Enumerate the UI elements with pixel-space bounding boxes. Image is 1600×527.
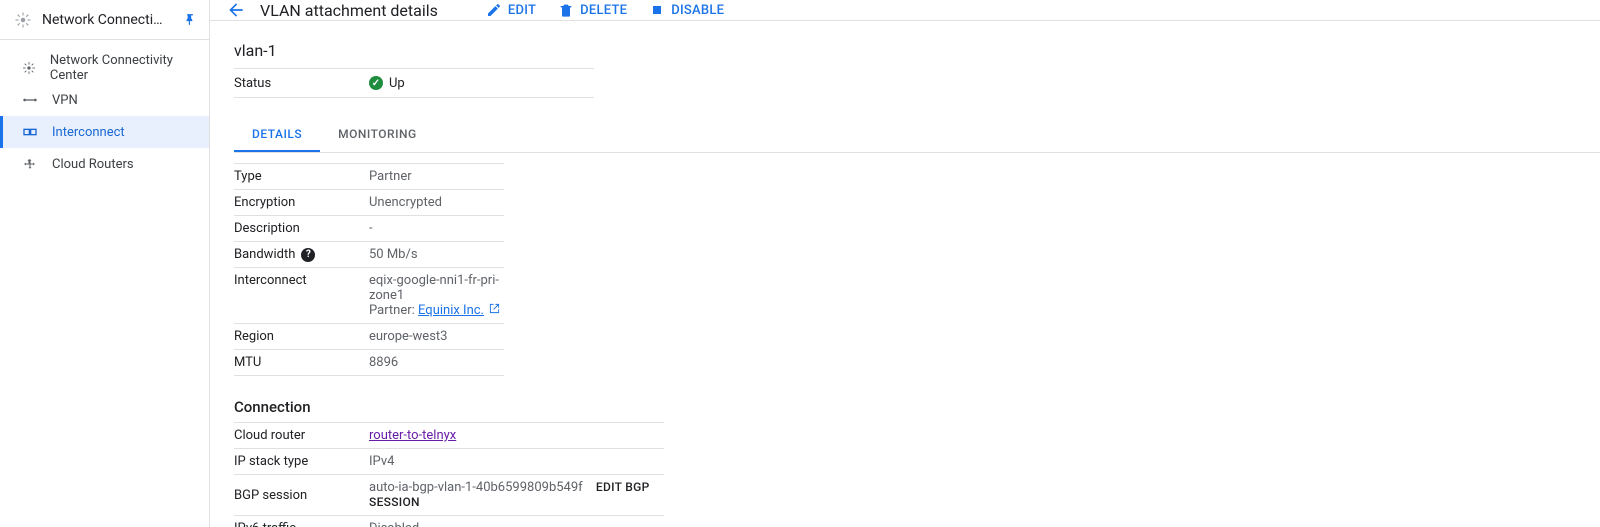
sidebar-item-label: Network Connectivity Center bbox=[50, 53, 197, 83]
back-arrow-icon[interactable] bbox=[226, 0, 246, 20]
row-region: Region europe-west3 bbox=[234, 324, 504, 350]
top-actions: EDIT DELETE DISABLE bbox=[486, 2, 746, 18]
page-title: VLAN attachment details bbox=[260, 1, 438, 20]
connection-table: Cloud router router-to-telnyx IP stack t… bbox=[234, 422, 664, 527]
partner-link[interactable]: Equinix Inc. bbox=[418, 303, 484, 318]
disable-label: DISABLE bbox=[671, 3, 724, 18]
sidebar-item-label: Cloud Routers bbox=[52, 157, 134, 172]
sidebar-items: Network Connectivity Center VPN Intercon… bbox=[0, 40, 209, 180]
row-encryption: Encryption Unencrypted bbox=[234, 190, 504, 216]
sidebar-item-vpn[interactable]: VPN bbox=[0, 84, 209, 116]
sidebar: Network Connecti… Network Connectivity C… bbox=[0, 0, 210, 527]
value-cloud-router: router-to-telnyx bbox=[369, 428, 664, 443]
vpn-icon bbox=[20, 92, 40, 108]
resource-name: vlan-1 bbox=[234, 41, 1600, 60]
topbar: VLAN attachment details EDIT DELETE bbox=[210, 0, 1600, 21]
sidebar-item-label: VPN bbox=[52, 93, 78, 108]
cloud-router-link[interactable]: router-to-telnyx bbox=[369, 428, 456, 443]
label-description: Description bbox=[234, 221, 369, 236]
sidebar-header: Network Connecti… bbox=[0, 0, 209, 40]
sidebar-item-ncc[interactable]: Network Connectivity Center bbox=[0, 52, 209, 84]
label-bandwidth: Bandwidth ? bbox=[234, 247, 369, 262]
content: vlan-1 Status ✓ Up DETAILS MONITORING Ty… bbox=[210, 21, 1600, 527]
value-description: - bbox=[369, 221, 504, 236]
row-interconnect: Interconnect eqix-google-nni1-fr-pri-zon… bbox=[234, 268, 504, 324]
status-text: Up bbox=[389, 76, 405, 91]
row-ip-stack: IP stack type IPv4 bbox=[234, 449, 664, 475]
value-type: Partner bbox=[369, 169, 504, 184]
main: VLAN attachment details EDIT DELETE bbox=[210, 0, 1600, 527]
value-interconnect: eqix-google-nni1-fr-pri-zone1 Partner: E… bbox=[369, 273, 504, 318]
row-cloud-router: Cloud router router-to-telnyx bbox=[234, 422, 664, 449]
details-table: Type Partner Encryption Unencrypted Desc… bbox=[234, 163, 504, 376]
row-ipv6: IPv6 traffic Disabled bbox=[234, 516, 664, 527]
value-bandwidth: 50 Mb/s bbox=[369, 247, 504, 262]
value-bgp-session: auto-ia-bgp-vlan-1-40b6599809b549f EDIT … bbox=[369, 480, 664, 510]
interconnect-name: eqix-google-nni1-fr-pri-zone1 bbox=[369, 273, 504, 303]
trash-icon bbox=[558, 2, 574, 18]
value-ipv6: Disabled bbox=[369, 521, 664, 527]
tab-details[interactable]: DETAILS bbox=[234, 116, 320, 152]
value-mtu: 8896 bbox=[369, 355, 504, 370]
interconnect-icon bbox=[20, 124, 40, 140]
label-ipv6: IPv6 traffic bbox=[234, 521, 369, 527]
label-type: Type bbox=[234, 169, 369, 184]
label-cloud-router: Cloud router bbox=[234, 428, 369, 443]
row-type: Type Partner bbox=[234, 163, 504, 190]
label-bgp-session: BGP session bbox=[234, 488, 369, 503]
connection-title: Connection bbox=[234, 398, 1600, 416]
disable-button[interactable]: DISABLE bbox=[649, 2, 724, 18]
label-interconnect: Interconnect bbox=[234, 273, 369, 288]
external-link-icon bbox=[489, 303, 500, 318]
delete-button[interactable]: DELETE bbox=[558, 2, 627, 18]
product-title: Network Connecti… bbox=[42, 12, 177, 28]
routers-icon bbox=[20, 156, 40, 172]
stop-icon bbox=[649, 2, 665, 18]
value-encryption: Unencrypted bbox=[369, 195, 504, 210]
row-bgp-session: BGP session auto-ia-bgp-vlan-1-40b659980… bbox=[234, 475, 664, 516]
status-row: Status ✓ Up bbox=[234, 68, 594, 98]
value-region: europe-west3 bbox=[369, 329, 504, 344]
partner-line: Partner: Equinix Inc. bbox=[369, 303, 504, 318]
value-ip-stack: IPv4 bbox=[369, 454, 664, 469]
sidebar-item-label: Interconnect bbox=[52, 125, 125, 140]
row-mtu: MTU 8896 bbox=[234, 350, 504, 376]
status-ok-icon: ✓ bbox=[369, 76, 383, 90]
help-icon[interactable]: ? bbox=[301, 248, 315, 262]
tabs: DETAILS MONITORING bbox=[234, 116, 1600, 153]
label-encryption: Encryption bbox=[234, 195, 369, 210]
status-label: Status bbox=[234, 76, 369, 91]
label-ip-stack: IP stack type bbox=[234, 454, 369, 469]
delete-label: DELETE bbox=[580, 3, 627, 18]
edit-label: EDIT bbox=[508, 3, 536, 18]
label-region: Region bbox=[234, 329, 369, 344]
label-mtu: MTU bbox=[234, 355, 369, 370]
hub-icon bbox=[20, 60, 38, 76]
row-description: Description - bbox=[234, 216, 504, 242]
sidebar-item-cloud-routers[interactable]: Cloud Routers bbox=[0, 148, 209, 180]
edit-button[interactable]: EDIT bbox=[486, 2, 536, 18]
sidebar-item-interconnect[interactable]: Interconnect bbox=[0, 116, 209, 148]
pin-icon[interactable] bbox=[183, 13, 197, 27]
product-logo-icon bbox=[14, 11, 32, 29]
tab-monitoring[interactable]: MONITORING bbox=[320, 116, 435, 152]
pencil-icon bbox=[486, 2, 502, 18]
row-bandwidth: Bandwidth ? 50 Mb/s bbox=[234, 242, 504, 268]
status-value: ✓ Up bbox=[369, 76, 405, 91]
